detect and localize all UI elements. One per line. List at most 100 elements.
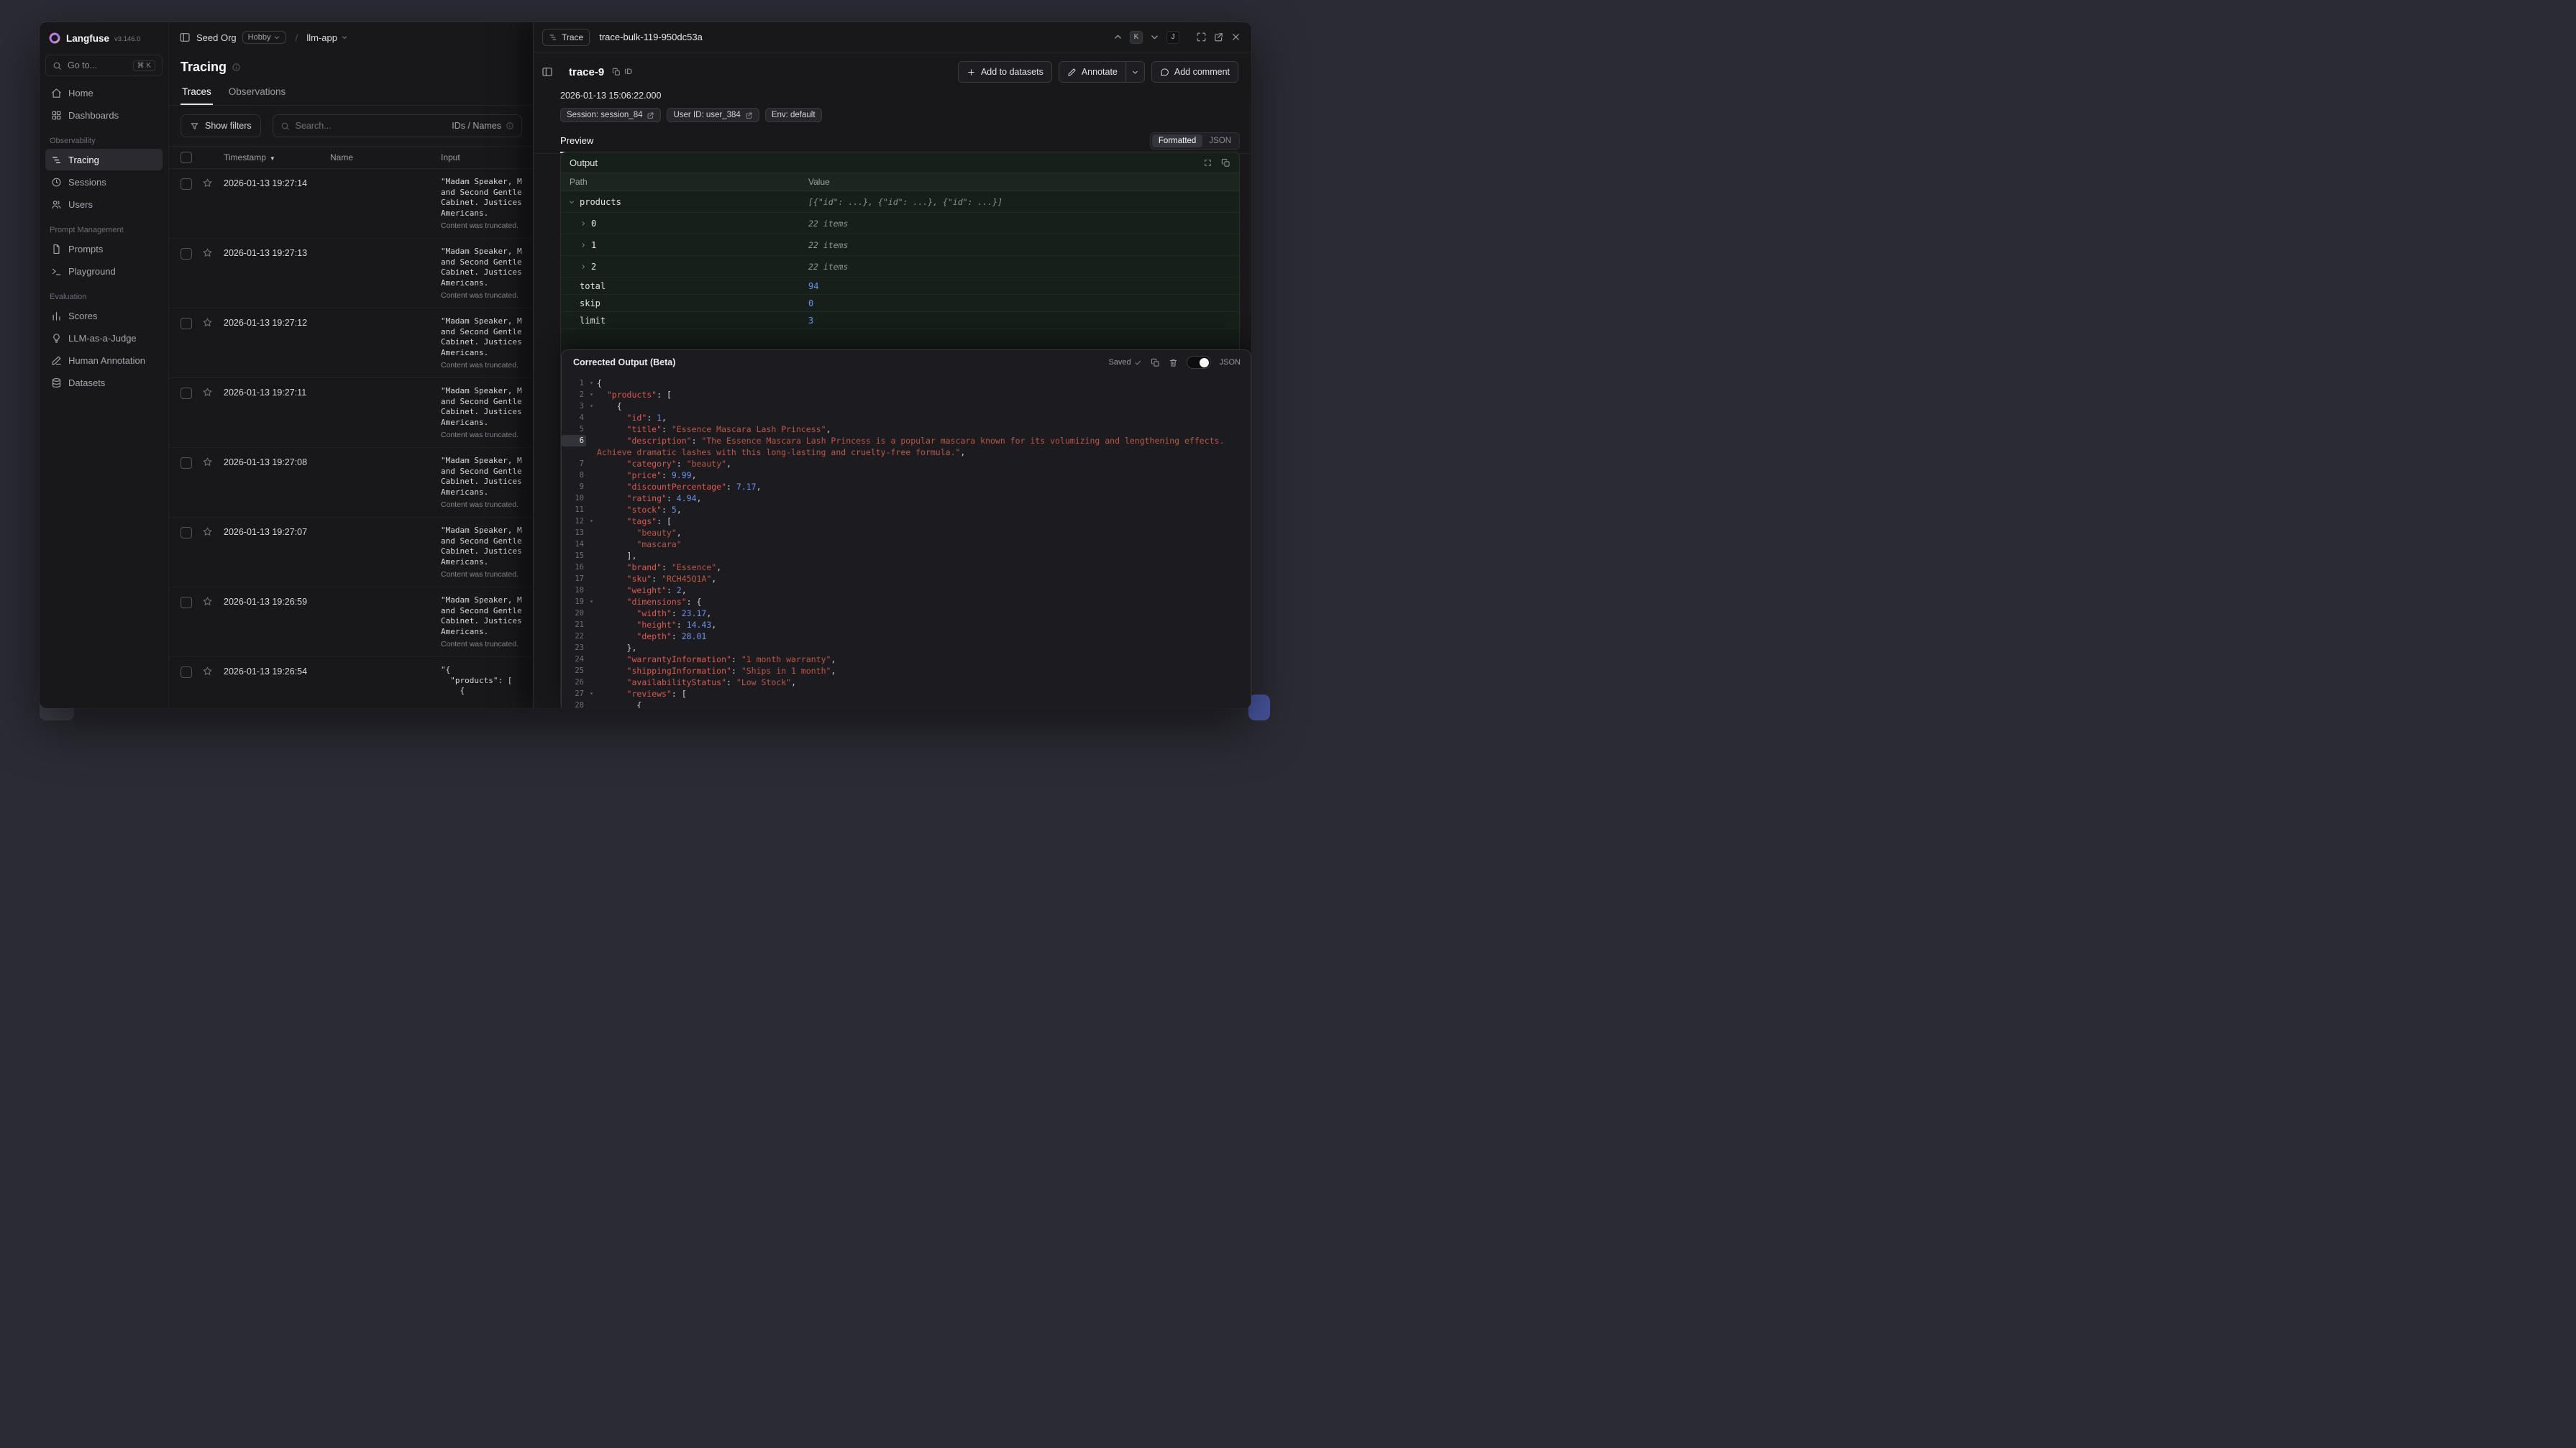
tab-preview[interactable]: Preview bbox=[560, 135, 594, 153]
collapse-tree-icon[interactable] bbox=[542, 66, 553, 78]
code-line[interactable]: 3 ▾ { bbox=[562, 400, 1251, 412]
sidebar-item-home[interactable]: Home bbox=[45, 82, 163, 104]
sidebar-item-sessions[interactable]: Sessions bbox=[45, 171, 163, 193]
row-checkbox[interactable] bbox=[181, 248, 192, 260]
row-checkbox[interactable] bbox=[181, 388, 192, 399]
fold-chevron-icon[interactable]: ▾ bbox=[586, 596, 597, 608]
output-row[interactable]: products [{"id": ...}, {"id": ...}, {"id"… bbox=[561, 191, 1239, 213]
sidebar-item-llm-as-a-judge[interactable]: LLM-as-a-Judge bbox=[45, 327, 163, 349]
fold-chevron-icon[interactable]: ▾ bbox=[586, 688, 597, 700]
code-line[interactable]: 22 "depth": 28.01 bbox=[562, 631, 1251, 642]
view-json-button[interactable]: JSON bbox=[1202, 134, 1238, 147]
expand-view-button[interactable] bbox=[1196, 32, 1207, 42]
toggle-sidebar-icon[interactable] bbox=[179, 32, 191, 43]
project-selector[interactable]: llm-app bbox=[306, 32, 348, 43]
code-line[interactable]: 11 "stock": 5, bbox=[562, 504, 1251, 515]
column-header-name[interactable]: Name bbox=[330, 152, 441, 162]
code-line[interactable]: 13 "beauty", bbox=[562, 527, 1251, 539]
code-line[interactable]: 7 "category": "beauty", bbox=[562, 458, 1251, 469]
org-name[interactable]: Seed Org bbox=[196, 32, 237, 43]
copy-id-button[interactable]: ID bbox=[612, 68, 632, 76]
sidebar-item-human-annotation[interactable]: Human Annotation bbox=[45, 349, 163, 371]
column-header-timestamp[interactable]: Timestamp ▼ bbox=[224, 152, 330, 162]
fold-chevron-icon[interactable]: ▾ bbox=[586, 400, 597, 412]
row-checkbox[interactable] bbox=[181, 527, 192, 539]
info-icon[interactable] bbox=[232, 63, 241, 72]
search-input[interactable] bbox=[295, 121, 447, 131]
bookmark-star-button[interactable] bbox=[202, 457, 213, 467]
fold-chevron-icon[interactable]: ▾ bbox=[586, 389, 597, 400]
table-row[interactable]: 2026-01-13 19:27:07 "Madam Speaker, Mand … bbox=[169, 518, 534, 587]
prev-trace-button[interactable] bbox=[1113, 32, 1123, 42]
org-plan-badge[interactable]: Hobby bbox=[242, 31, 287, 44]
table-row[interactable]: 2026-01-13 19:27:11 "Madam Speaker, Mand … bbox=[169, 378, 534, 448]
table-row[interactable]: 2026-01-13 19:27:13 "Madam Speaker, Mand … bbox=[169, 239, 534, 308]
code-line[interactable]: 10 "rating": 4.94, bbox=[562, 492, 1251, 504]
table-row[interactable]: 2026-01-13 19:26:54 "{ "products": [ { bbox=[169, 657, 534, 708]
code-line[interactable]: 9 "discountPercentage": 7.17, bbox=[562, 481, 1251, 492]
row-checkbox[interactable] bbox=[181, 318, 192, 329]
row-checkbox[interactable] bbox=[181, 666, 192, 678]
trace-badge-session[interactable]: Session: session_84 bbox=[560, 108, 662, 122]
sidebar-item-dashboards[interactable]: Dashboards bbox=[45, 104, 163, 126]
code-line[interactable]: 5 "title": "Essence Mascara Lash Princes… bbox=[562, 423, 1251, 435]
code-line[interactable]: 2 ▾ "products": [ bbox=[562, 389, 1251, 400]
code-line[interactable]: 25 "shippingInformation": "Ships in 1 mo… bbox=[562, 665, 1251, 677]
code-line[interactable]: 21 "height": 14.43, bbox=[562, 619, 1251, 631]
close-panel-button[interactable] bbox=[1230, 32, 1241, 42]
row-checkbox[interactable] bbox=[181, 457, 192, 469]
sidebar-item-playground[interactable]: Playground bbox=[45, 260, 163, 282]
select-all-checkbox[interactable] bbox=[181, 152, 192, 163]
copy-corrected-icon[interactable] bbox=[1151, 358, 1160, 367]
open-in-new-tab-button[interactable] bbox=[1213, 32, 1224, 42]
add-comment-button[interactable]: Add comment bbox=[1151, 61, 1238, 83]
code-line[interactable]: 20 "width": 23.17, bbox=[562, 608, 1251, 619]
tab-traces[interactable]: Traces bbox=[181, 82, 213, 105]
view-formatted-button[interactable]: Formatted bbox=[1151, 134, 1203, 147]
code-line[interactable]: 6 "description": "The Essence Mascara La… bbox=[562, 435, 1251, 458]
code-line[interactable]: 15 ], bbox=[562, 550, 1251, 562]
table-row[interactable]: 2026-01-13 19:26:59 "Madam Speaker, Mand … bbox=[169, 587, 534, 657]
annotate-button[interactable]: Annotate bbox=[1058, 61, 1126, 83]
column-header-input[interactable]: Input bbox=[441, 152, 534, 162]
bookmark-star-button[interactable] bbox=[202, 247, 213, 258]
code-line[interactable]: 24 "warrantyInformation": "1 month warra… bbox=[562, 654, 1251, 665]
delete-corrected-icon[interactable] bbox=[1169, 358, 1178, 367]
code-editor[interactable]: 1 ▾{2 ▾ "products": [3 ▾ {4 "id": 1, 5 "titl… bbox=[562, 375, 1251, 708]
sidebar-item-datasets[interactable]: Datasets bbox=[45, 372, 163, 393]
goto-button[interactable]: Go to... ⌘ K bbox=[45, 55, 163, 76]
table-row[interactable]: 2026-01-13 19:27:12 "Madam Speaker, Mand … bbox=[169, 308, 534, 378]
bookmark-star-button[interactable] bbox=[202, 178, 213, 188]
table-row[interactable]: 2026-01-13 19:27:08 "Madam Speaker, Mand … bbox=[169, 448, 534, 518]
row-checkbox[interactable] bbox=[181, 597, 192, 608]
bookmark-star-button[interactable] bbox=[202, 387, 213, 398]
trace-badge-user-id[interactable]: User ID: user_384 bbox=[667, 108, 759, 122]
code-line[interactable]: 12 ▾ "tags": [ bbox=[562, 515, 1251, 527]
code-line[interactable]: 16 "brand": "Essence", bbox=[562, 562, 1251, 573]
fold-chevron-icon[interactable]: ▾ bbox=[586, 377, 597, 389]
expand-output-icon[interactable] bbox=[1203, 158, 1212, 168]
code-line[interactable]: 28 { bbox=[562, 700, 1251, 708]
code-line[interactable]: 4 "id": 1, bbox=[562, 412, 1251, 423]
sidebar-item-users[interactable]: Users bbox=[45, 193, 163, 215]
annotate-dropdown-button[interactable] bbox=[1125, 61, 1145, 83]
show-filters-button[interactable]: Show filters bbox=[181, 114, 261, 137]
row-checkbox[interactable] bbox=[181, 178, 192, 190]
tab-observations[interactable]: Observations bbox=[227, 82, 288, 105]
sidebar-item-prompts[interactable]: Prompts bbox=[45, 238, 163, 260]
fold-chevron-icon[interactable]: ▾ bbox=[586, 515, 597, 527]
sidebar-item-scores[interactable]: Scores bbox=[45, 305, 163, 326]
code-line[interactable]: 18 "weight": 2, bbox=[562, 585, 1251, 596]
add-to-datasets-button[interactable]: Add to datasets bbox=[957, 61, 1052, 83]
search-scope-select[interactable]: IDs / Names bbox=[452, 121, 514, 131]
copy-output-icon[interactable] bbox=[1221, 158, 1230, 168]
bookmark-star-button[interactable] bbox=[202, 526, 213, 537]
sidebar-item-tracing[interactable]: Tracing bbox=[45, 149, 163, 170]
code-line[interactable]: 8 "price": 9.99, bbox=[562, 469, 1251, 481]
code-line[interactable]: 19 ▾ "dimensions": { bbox=[562, 596, 1251, 608]
bookmark-star-button[interactable] bbox=[202, 317, 213, 328]
output-row[interactable]: 2 22 items bbox=[561, 256, 1239, 278]
code-line[interactable]: 1 ▾{ bbox=[562, 377, 1251, 389]
code-line[interactable]: 27 ▾ "reviews": [ bbox=[562, 688, 1251, 700]
bookmark-star-button[interactable] bbox=[202, 666, 213, 677]
